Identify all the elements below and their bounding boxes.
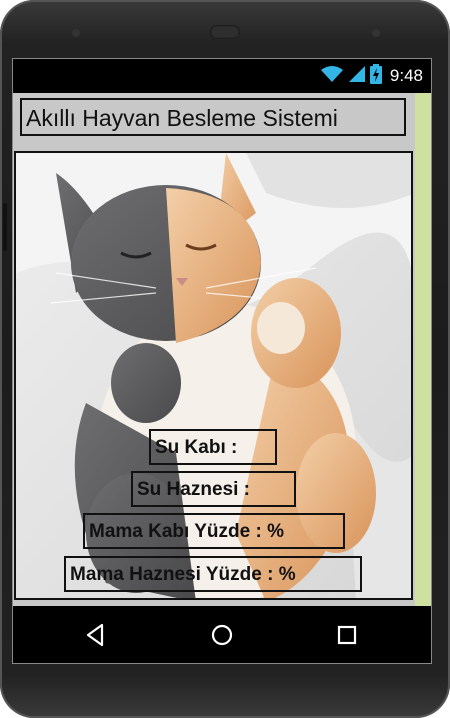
su-haznesi-label: Su Haznesi : [131, 471, 296, 507]
mama-haznesi-text: Mama Haznesi Yüzde : % [70, 564, 296, 585]
su-haznesi-text: Su Haznesi : [137, 479, 250, 500]
screen: 9:48 Akıllı Hayvan Besleme Sistemi Su Ka… [12, 58, 432, 664]
su-kabi-label: Su Kabı : [149, 429, 277, 465]
wifi-icon [320, 65, 344, 88]
su-kabi-text: Su Kabı : [155, 437, 238, 458]
side-button[interactable] [3, 203, 7, 251]
battery-icon [369, 63, 382, 89]
app-title: Akıllı Hayvan Besleme Sistemi [26, 105, 338, 131]
status-time: 9:48 [389, 66, 423, 85]
earpiece [210, 25, 240, 39]
mama-kabi-text: Mama Kabı Yüzde : % [89, 521, 284, 542]
title-label: Akıllı Hayvan Besleme Sistemi [20, 98, 406, 136]
recents-icon[interactable] [334, 622, 360, 648]
back-icon[interactable] [83, 622, 109, 648]
mama-kabi-label: Mama Kabı Yüzde : % [83, 513, 345, 549]
phone-frame: 9:48 Akıllı Hayvan Besleme Sistemi Su Ka… [0, 0, 450, 718]
cat-image: Su Kabı : Su Haznesi : Mama Kabı Yüzde :… [14, 151, 413, 600]
navigation-bar [13, 606, 431, 663]
front-camera-icon [372, 29, 380, 37]
sensor-icon [72, 29, 80, 37]
status-bar: 9:48 [13, 59, 431, 93]
home-icon[interactable] [209, 622, 235, 648]
side-strip [415, 93, 431, 606]
status-icons: 9:48 [320, 63, 423, 89]
mama-haznesi-label: Mama Haznesi Yüzde : % [64, 556, 362, 592]
app-content: Akıllı Hayvan Besleme Sistemi Su Kabı: … [13, 93, 431, 606]
signal-icon [348, 65, 366, 88]
